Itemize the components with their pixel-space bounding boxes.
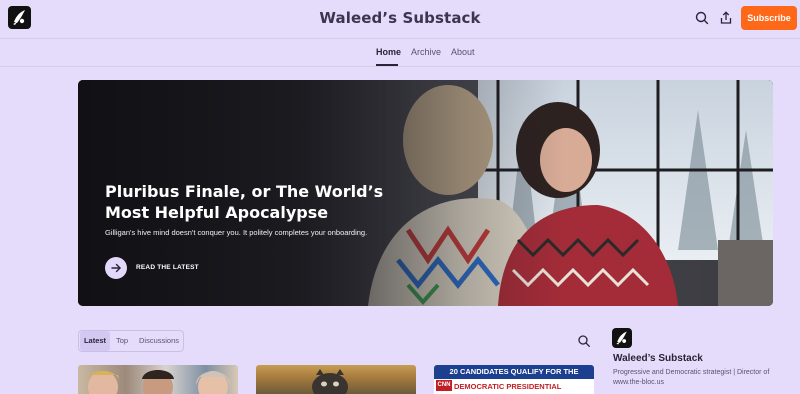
read-latest-button[interactable] xyxy=(105,257,127,279)
main-nav: Home Archive About xyxy=(0,38,800,66)
network-logo: CNN xyxy=(436,380,452,391)
card-image xyxy=(86,370,230,394)
search-icon[interactable] xyxy=(694,10,710,26)
tab-top[interactable]: Top xyxy=(111,331,133,351)
sidebar-title[interactable]: Waleed’s Substack xyxy=(613,353,703,364)
post-card-thumbnail[interactable] xyxy=(78,365,238,394)
tab-latest[interactable]: Latest xyxy=(80,331,110,351)
logo-mark-icon xyxy=(616,331,627,345)
card-image xyxy=(312,369,348,394)
nav-about[interactable]: About xyxy=(451,47,475,57)
subscribe-button[interactable]: Subscribe xyxy=(741,6,797,30)
post-card-thumbnail[interactable]: 20 CANDIDATES QUALIFY FOR THE DEMOCRATIC… xyxy=(434,365,594,394)
post-card-thumbnail[interactable] xyxy=(256,365,416,394)
read-latest-label[interactable]: READ THE LATEST xyxy=(136,264,199,271)
share-icon[interactable] xyxy=(718,10,734,26)
top-bar: Waleed’s Substack Subscribe xyxy=(0,0,800,38)
divider xyxy=(0,66,800,67)
tab-discussions[interactable]: Discussions xyxy=(135,331,183,351)
hero-subtitle: Gilligan's hive mind doesn't conquer you… xyxy=(105,228,368,237)
site-title[interactable]: Waleed’s Substack xyxy=(0,9,800,27)
card-banner-top: 20 CANDIDATES QUALIFY FOR THE xyxy=(434,365,594,379)
nav-archive[interactable]: Archive xyxy=(411,47,441,57)
arrow-right-icon xyxy=(111,263,121,273)
nav-home[interactable]: Home xyxy=(376,47,401,57)
search-icon[interactable] xyxy=(577,334,591,348)
hero-title[interactable]: Pluribus Finale, or The World’s Most Hel… xyxy=(105,181,425,223)
hero-post[interactable]: Pluribus Finale, or The World’s Most Hel… xyxy=(78,80,773,306)
card-banner-bottom: DEMOCRATIC PRESIDENTIAL DEBATES xyxy=(434,379,594,394)
sidebar-description: Progressive and Democratic strategist | … xyxy=(613,369,770,386)
sidebar-logo[interactable] xyxy=(612,328,632,348)
feed-tabs: Latest Top Discussions xyxy=(78,330,184,352)
